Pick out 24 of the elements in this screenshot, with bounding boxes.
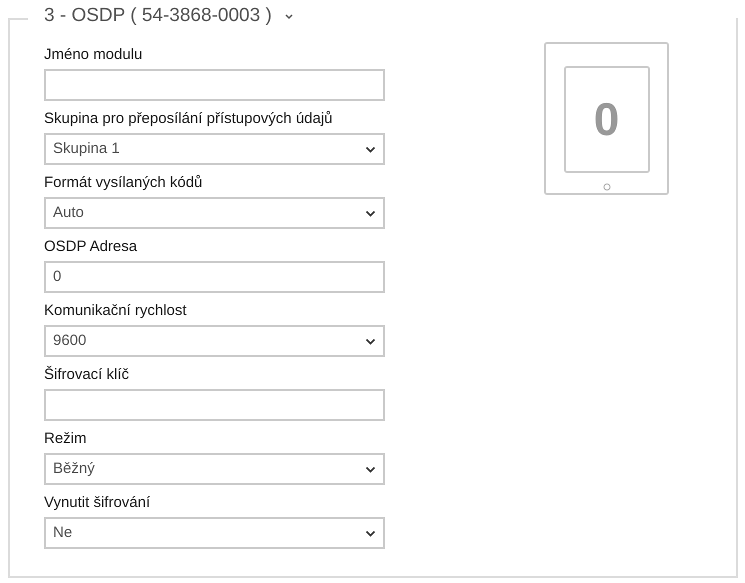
chevron-down-icon <box>365 146 376 152</box>
input-field[interactable]: 0 <box>44 261 385 293</box>
field-label: Jméno modulu <box>44 45 144 65</box>
dropdown[interactable]: Auto <box>44 197 385 229</box>
dropdown[interactable]: Běžný <box>44 453 385 485</box>
dropdown[interactable]: 9600 <box>44 325 385 357</box>
field-label: Šifrovací klíč <box>44 365 130 385</box>
field-label: Vynutit šifrování <box>44 493 152 513</box>
keypad-digit: 0 <box>594 92 620 147</box>
dropdown[interactable]: Skupina 1 <box>44 133 385 165</box>
input-field[interactable] <box>44 69 385 101</box>
field-label: Režim <box>44 429 88 449</box>
chevron-down-icon <box>365 530 376 536</box>
field-label: Skupina pro přeposílání přístupových údajů <box>44 109 334 129</box>
input-field[interactable] <box>44 389 385 421</box>
field-label: Formát vysílaných kódů <box>44 173 204 193</box>
dropdown[interactable]: Ne <box>44 517 385 549</box>
button-icon <box>602 183 610 191</box>
field-label: Komunikační rychlost <box>44 301 188 321</box>
chevron-down-icon[interactable] <box>284 13 294 20</box>
field-label: OSDP Adresa <box>44 237 138 257</box>
chevron-down-icon <box>365 466 376 472</box>
chevron-down-icon <box>365 338 376 344</box>
chevron-down-icon <box>365 210 376 216</box>
